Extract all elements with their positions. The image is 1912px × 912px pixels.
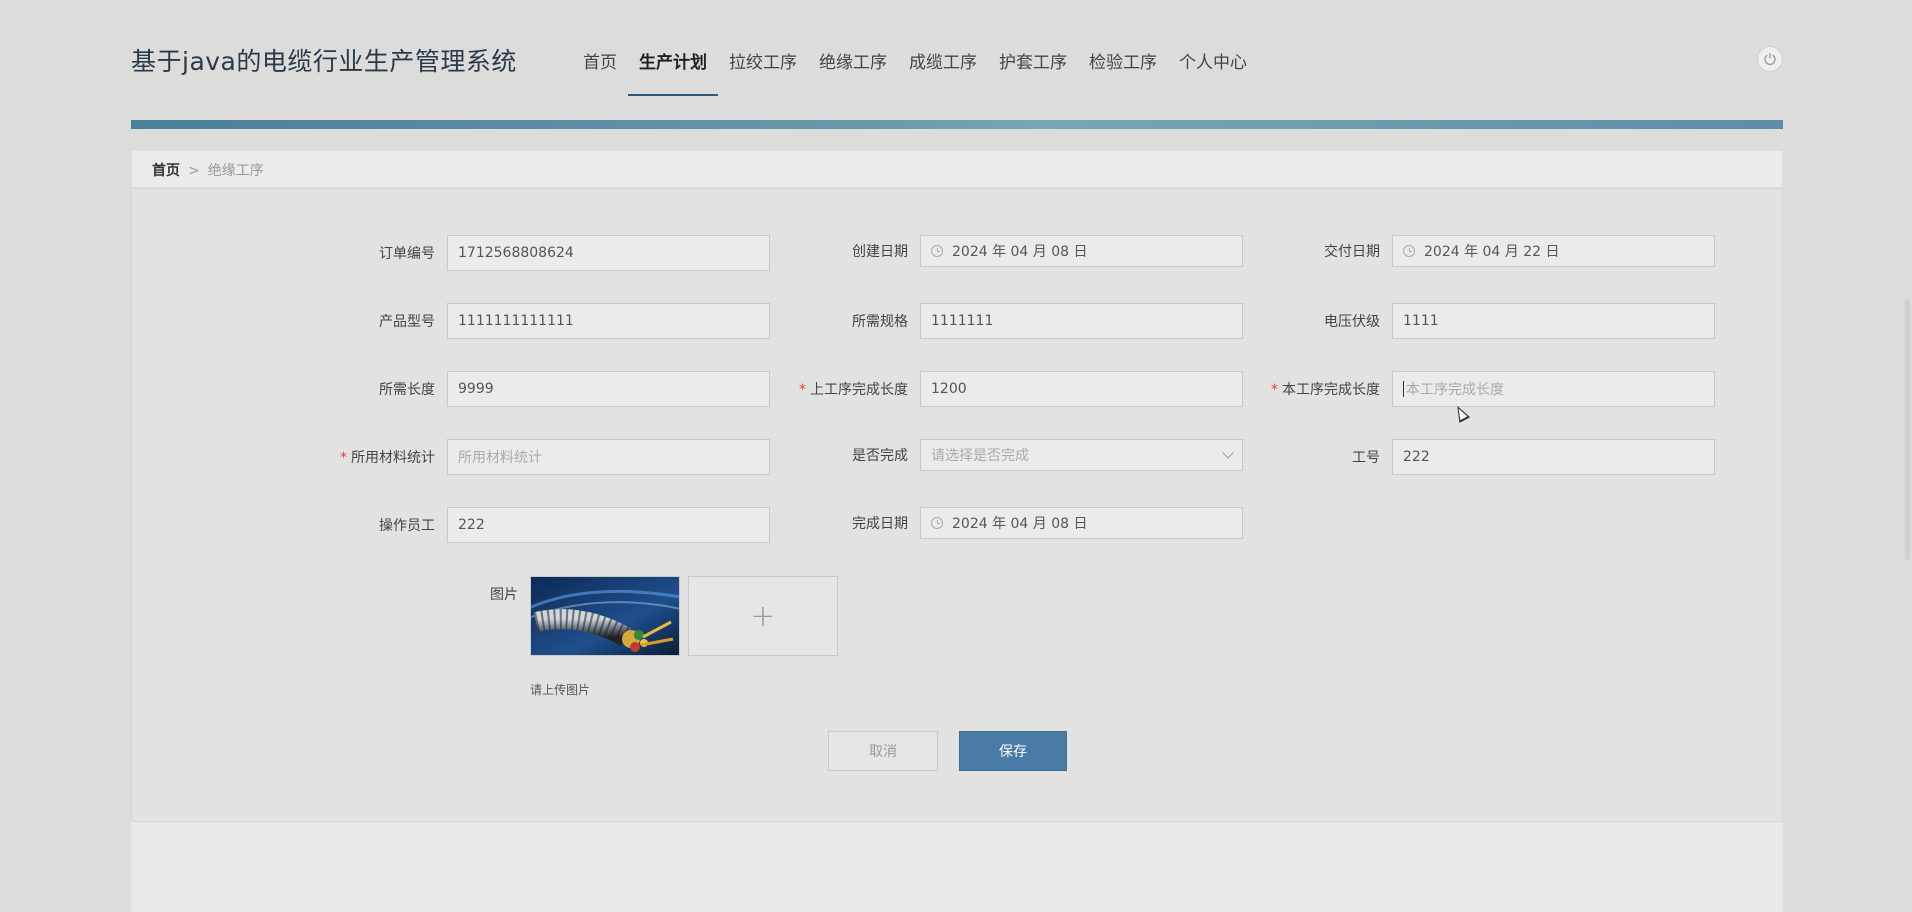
required-mark: *: [1271, 382, 1278, 398]
field-order-no: 订单编号 1712568808624: [287, 235, 770, 271]
finish-date-label: 完成日期: [852, 516, 908, 532]
field-delivery-date: 交付日期 2024 年 04 月 22 日: [1232, 235, 1715, 267]
product-model-label: 产品型号: [379, 314, 435, 330]
clock-icon: [1403, 245, 1415, 257]
nav-item-sheath-process[interactable]: 护套工序: [988, 36, 1078, 96]
clock-icon: [931, 517, 943, 529]
operator-label: 操作员工: [379, 518, 435, 534]
prev-done-length-value: 1200: [931, 381, 967, 397]
prev-done-length-label-text: 上工序完成长度: [810, 382, 908, 398]
length-input[interactable]: 9999: [447, 371, 770, 407]
vertical-scrollbar[interactable]: [1905, 300, 1910, 560]
breadcrumb-separator: >: [188, 163, 200, 179]
field-work-no: 工号 222: [1232, 439, 1715, 475]
cur-done-length-label: * 本工序完成长度: [1232, 379, 1392, 399]
nav-item-inspection-process[interactable]: 检验工序: [1078, 36, 1168, 96]
voltage-input[interactable]: 1111: [1392, 303, 1715, 339]
page-footer-area: [131, 822, 1783, 912]
field-completed: 是否完成 请选择是否完成: [760, 439, 1243, 471]
completed-placeholder: 请选择是否完成: [931, 448, 1029, 464]
material-stats-placeholder: 所用材料统计: [458, 450, 542, 466]
nav-item-production-plan[interactable]: 生产计划: [628, 36, 718, 96]
material-stats-label: * 所用材料统计: [287, 447, 447, 467]
prev-done-length-input[interactable]: 1200: [920, 371, 1243, 407]
product-model-value: 1111111111111: [458, 313, 574, 329]
header-banner-bar: [131, 120, 1783, 129]
top-header: 基于java的电缆行业生产管理系统 首页 生产计划 拉绞工序 绝缘工序 成缆工序…: [0, 0, 1912, 120]
finish-date-picker[interactable]: 2024 年 04 月 08 日: [920, 507, 1243, 539]
field-material-stats: * 所用材料统计 所用材料统计: [287, 439, 770, 475]
uploaded-image-thumbnail[interactable]: [530, 576, 680, 656]
cur-done-length-input[interactable]: 本工序完成长度: [1392, 371, 1715, 407]
nav-item-home[interactable]: 首页: [572, 36, 628, 96]
image-label: 图片: [490, 587, 518, 603]
field-product-model: 产品型号 1111111111111: [287, 303, 770, 339]
clock-icon: [931, 245, 943, 257]
order-no-value: 1712568808624: [458, 245, 574, 261]
field-length: 所需长度 9999: [287, 371, 770, 407]
field-prev-done-length: * 上工序完成长度 1200: [760, 371, 1243, 407]
created-date-picker[interactable]: 2024 年 04 月 08 日: [920, 235, 1243, 267]
plus-icon: +: [750, 598, 776, 634]
spec-value: 1111111: [931, 313, 994, 329]
breadcrumb-current: 绝缘工序: [207, 163, 264, 179]
field-created-date: 创建日期 2024 年 04 月 08 日: [760, 235, 1243, 267]
breadcrumb-home[interactable]: 首页: [152, 163, 180, 179]
work-no-label: 工号: [1352, 450, 1380, 466]
work-no-value: 222: [1403, 449, 1430, 465]
breadcrumb: 首页 > 绝缘工序: [131, 150, 1783, 188]
completed-label: 是否完成: [852, 448, 908, 464]
finish-date-value: 2024 年 04 月 08 日: [952, 516, 1088, 532]
field-finish-date: 完成日期 2024 年 04 月 08 日: [760, 507, 1243, 539]
operator-value: 222: [458, 517, 485, 533]
operator-input[interactable]: 222: [447, 507, 770, 543]
voltage-label: 电压伏级: [1324, 314, 1380, 330]
field-voltage: 电压伏级 1111: [1232, 303, 1715, 339]
order-no-label: 订单编号: [379, 246, 435, 262]
delivery-date-label: 交付日期: [1324, 244, 1380, 260]
prev-done-length-label: * 上工序完成长度: [760, 379, 920, 399]
order-no-input[interactable]: 1712568808624: [447, 235, 770, 271]
upload-hint: 请上传图片: [530, 683, 591, 697]
image-upload-button[interactable]: +: [688, 576, 838, 656]
spec-label: 所需规格: [852, 314, 908, 330]
nav-item-cabling-process[interactable]: 成缆工序: [898, 36, 988, 96]
required-mark: *: [799, 382, 806, 398]
app-title: 基于java的电缆行业生产管理系统: [131, 47, 517, 76]
power-icon[interactable]: [1757, 46, 1783, 72]
nav-item-insulation-process[interactable]: 绝缘工序: [808, 36, 898, 96]
created-date-label: 创建日期: [852, 244, 908, 260]
material-stats-input[interactable]: 所用材料统计: [447, 439, 770, 475]
nav-item-personal-center[interactable]: 个人中心: [1168, 36, 1258, 96]
material-stats-label-text: 所用材料统计: [351, 450, 435, 466]
product-model-input[interactable]: 1111111111111: [447, 303, 770, 339]
cur-done-length-placeholder: 本工序完成长度: [1406, 382, 1504, 398]
field-spec: 所需规格 1111111: [760, 303, 1243, 339]
created-date-value: 2024 年 04 月 08 日: [952, 244, 1088, 260]
delivery-date-value: 2024 年 04 月 22 日: [1424, 244, 1560, 260]
save-button[interactable]: 保存: [959, 731, 1067, 771]
completed-select[interactable]: 请选择是否完成: [920, 439, 1243, 471]
cancel-button[interactable]: 取消: [828, 731, 938, 771]
delivery-date-picker[interactable]: 2024 年 04 月 22 日: [1392, 235, 1715, 267]
text-caret: [1403, 381, 1404, 397]
length-value: 9999: [458, 381, 494, 397]
required-mark: *: [340, 450, 347, 466]
field-operator: 操作员工 222: [287, 507, 770, 543]
edit-form-panel: 订单编号 1712568808624 创建日期 2024 年 04 月 08 日…: [131, 188, 1783, 822]
cur-done-length-label-text: 本工序完成长度: [1282, 382, 1380, 398]
length-label: 所需长度: [379, 382, 435, 398]
cable-image: [531, 577, 679, 655]
work-no-input[interactable]: 222: [1392, 439, 1715, 475]
power-icon-glyph: [1764, 53, 1776, 65]
spec-input[interactable]: 1111111: [920, 303, 1243, 339]
field-cur-done-length: * 本工序完成长度 本工序完成长度: [1232, 371, 1715, 407]
nav-item-drawing-process[interactable]: 拉绞工序: [718, 36, 808, 96]
main-nav: 首页 生产计划 拉绞工序 绝缘工序 成缆工序 护套工序 检验工序 个人中心: [572, 36, 1258, 96]
voltage-value: 1111: [1403, 313, 1439, 329]
